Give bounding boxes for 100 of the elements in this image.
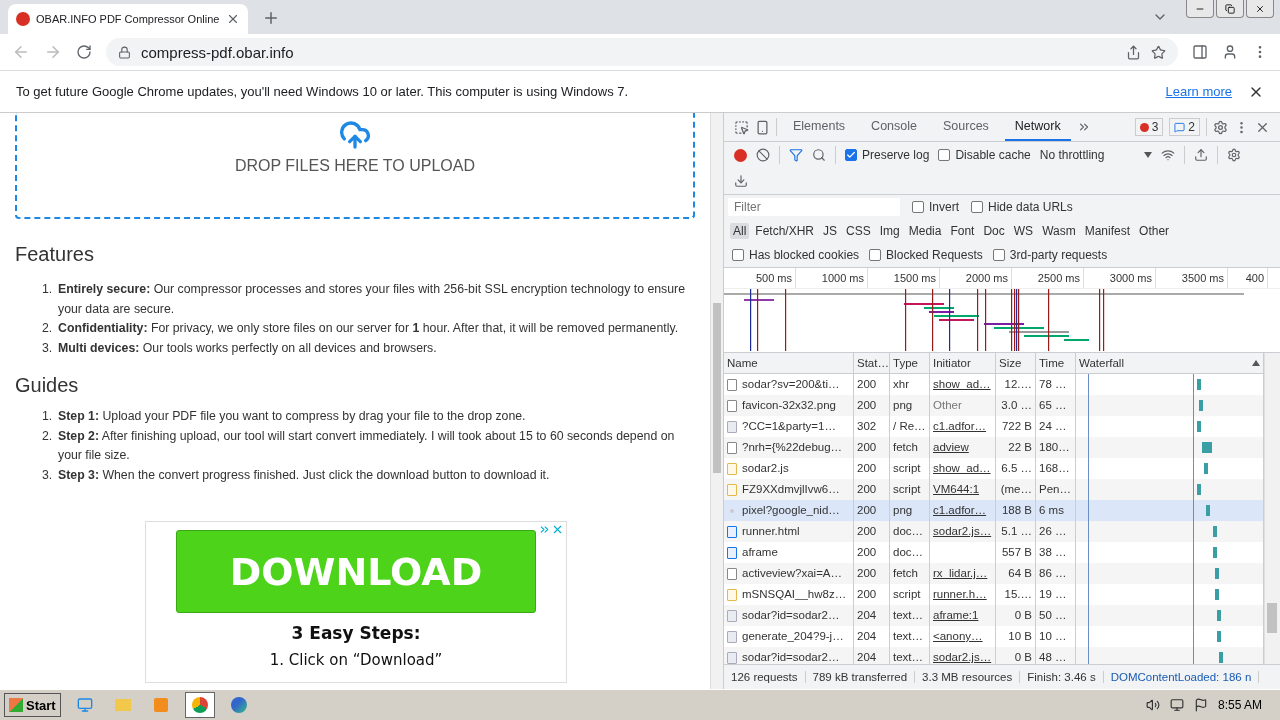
- option-checkbox[interactable]: Hide data URLs: [971, 200, 1073, 214]
- type-filter[interactable]: Fetch/XHR: [752, 223, 818, 239]
- initiator-link[interactable]: <anony…: [930, 626, 996, 647]
- search-icon[interactable]: [812, 148, 826, 162]
- inspect-icon[interactable]: [734, 119, 749, 135]
- throttling-select[interactable]: No throttling: [1039, 148, 1153, 162]
- start-button[interactable]: Start: [4, 693, 61, 717]
- option-checkbox[interactable]: Blocked Requests: [869, 248, 983, 262]
- site-icon: [16, 12, 30, 26]
- upload-icon[interactable]: [1194, 148, 1209, 162]
- waterfall-bar: [1197, 484, 1201, 495]
- column-header[interactable]: Size: [996, 353, 1036, 374]
- type-filter[interactable]: Other: [1136, 223, 1173, 239]
- status-text: 789 kB transferred: [805, 671, 916, 683]
- option-checkbox[interactable]: 3rd-party requests: [992, 248, 1108, 262]
- option-checkbox[interactable]: Invert: [912, 200, 959, 214]
- close-icon[interactable]: [1246, 0, 1274, 18]
- option-checkbox[interactable]: Preserve log: [845, 148, 930, 162]
- request-name[interactable]: generate_204?9-j…: [742, 626, 844, 647]
- filter-field[interactable]: Filter: [728, 198, 900, 216]
- initiator-link[interactable]: sodar2.js…: [930, 521, 996, 542]
- type-filter[interactable]: All: [730, 223, 750, 239]
- settings-icon[interactable]: [1213, 119, 1228, 135]
- scrollbar[interactable]: [1264, 353, 1280, 664]
- star-icon[interactable]: [1151, 44, 1166, 60]
- column-header[interactable]: Initiator: [930, 353, 996, 374]
- drop-zone[interactable]: DROP FILES HERE TO UPLOAD: [15, 113, 695, 219]
- document-icon: [727, 546, 737, 559]
- type-filter[interactable]: WS: [1010, 223, 1037, 239]
- restore-icon[interactable]: [1216, 0, 1244, 18]
- devtools-tab[interactable]: Console: [861, 113, 927, 141]
- profile-icon[interactable]: [1222, 44, 1238, 60]
- option-checkbox[interactable]: Disable cache: [938, 148, 1031, 162]
- status-cell: 200: [854, 374, 890, 395]
- section-heading: Guides: [15, 374, 80, 397]
- learn-more-link[interactable]: Learn more: [1165, 84, 1232, 99]
- dropdown-arrow-icon[interactable]: [1144, 152, 1153, 158]
- minimize-icon[interactable]: [1186, 0, 1214, 18]
- scrollbar[interactable]: [710, 113, 723, 689]
- address-bar[interactable]: compress-pdf.obar.info: [106, 38, 1178, 66]
- network-conditions-icon[interactable]: [1161, 148, 1176, 162]
- request-name[interactable]: ?CC=1&party=1…: [742, 416, 836, 437]
- share-icon[interactable]: [1126, 44, 1141, 60]
- close-icon[interactable]: [226, 12, 240, 26]
- initiator-cell: Other: [930, 395, 996, 416]
- file-icon: [727, 441, 737, 454]
- initiator-link[interactable]: VM644:1: [930, 479, 996, 500]
- request-name[interactable]: sodar2.js: [742, 458, 789, 479]
- status-cell: 200: [854, 521, 890, 542]
- type-cell: text…: [890, 605, 930, 626]
- size-cell: (me…: [996, 479, 1036, 500]
- new-tab-icon[interactable]: [262, 9, 280, 27]
- type-filter[interactable]: Media: [905, 223, 945, 239]
- error-badge[interactable]: 3: [1134, 118, 1164, 136]
- chrome-icon[interactable]: [184, 692, 215, 718]
- device-icon[interactable]: [755, 119, 770, 135]
- initiator-link[interactable]: c1.adfor…: [930, 500, 996, 521]
- initiator-link[interactable]: sodar2.js…: [930, 647, 996, 664]
- browser-tab[interactable]: OBAR.INFO PDF Compressor Online: [8, 4, 248, 34]
- initiator-link[interactable]: rx_lidar.j…: [930, 563, 996, 584]
- column-header[interactable]: Waterfall: [1076, 353, 1264, 374]
- devtools-tab[interactable]: Elements: [783, 113, 856, 141]
- initiator-link[interactable]: runner.h…: [930, 584, 996, 605]
- type-filter[interactable]: Manifest: [1081, 223, 1134, 239]
- request-name[interactable]: sodar?sv=200&ti…: [742, 374, 840, 395]
- download-icon[interactable]: [734, 174, 748, 188]
- speaker-icon[interactable]: [1145, 698, 1160, 712]
- side-panel-icon[interactable]: [1192, 44, 1208, 60]
- column-header[interactable]: Name: [724, 353, 854, 374]
- list-text: Multi devices: Our tools works perfectly on all devices and browsers.: [58, 339, 437, 357]
- sort-icon[interactable]: [1252, 360, 1260, 366]
- option-checkbox[interactable]: Has blocked cookies: [732, 248, 860, 262]
- time-cell: 48 …: [1036, 647, 1076, 664]
- initiator-link[interactable]: adview: [930, 437, 996, 458]
- devtools-tab[interactable]: Sources: [933, 113, 999, 141]
- filter-icon[interactable]: [789, 148, 803, 162]
- initiator-link[interactable]: show_ad…: [930, 458, 996, 479]
- request-name[interactable]: aframe: [742, 542, 778, 563]
- settings-icon[interactable]: [1227, 148, 1242, 162]
- type-filter[interactable]: Wasm: [1039, 223, 1079, 239]
- request-name[interactable]: mSNSQAI__hw8z…: [742, 584, 847, 605]
- type-filter[interactable]: Img: [876, 223, 903, 239]
- column-header[interactable]: Stat…: [854, 353, 890, 374]
- flag-icon[interactable]: [1193, 698, 1208, 712]
- reload-icon[interactable]: [76, 44, 92, 60]
- initiator-link[interactable]: show_ad…: [930, 374, 996, 395]
- column-header[interactable]: Type: [890, 353, 930, 374]
- initiator-link[interactable]: aframe:1: [930, 605, 996, 626]
- type-filter[interactable]: Font: [947, 223, 978, 239]
- type-cell: png: [890, 395, 930, 416]
- list-number: 2.: [42, 427, 54, 445]
- initiator-link[interactable]: c1.adfor…: [930, 416, 996, 437]
- message-badge[interactable]: 2: [1169, 118, 1200, 136]
- network-icon[interactable]: [1169, 698, 1184, 712]
- clear-icon[interactable]: [756, 148, 770, 162]
- type-filter[interactable]: CSS: [843, 223, 874, 239]
- column-header[interactable]: Time: [1036, 353, 1076, 374]
- record-icon[interactable]: [734, 148, 747, 162]
- type-filter[interactable]: Doc: [980, 223, 1008, 239]
- type-filter[interactable]: JS: [820, 223, 841, 239]
